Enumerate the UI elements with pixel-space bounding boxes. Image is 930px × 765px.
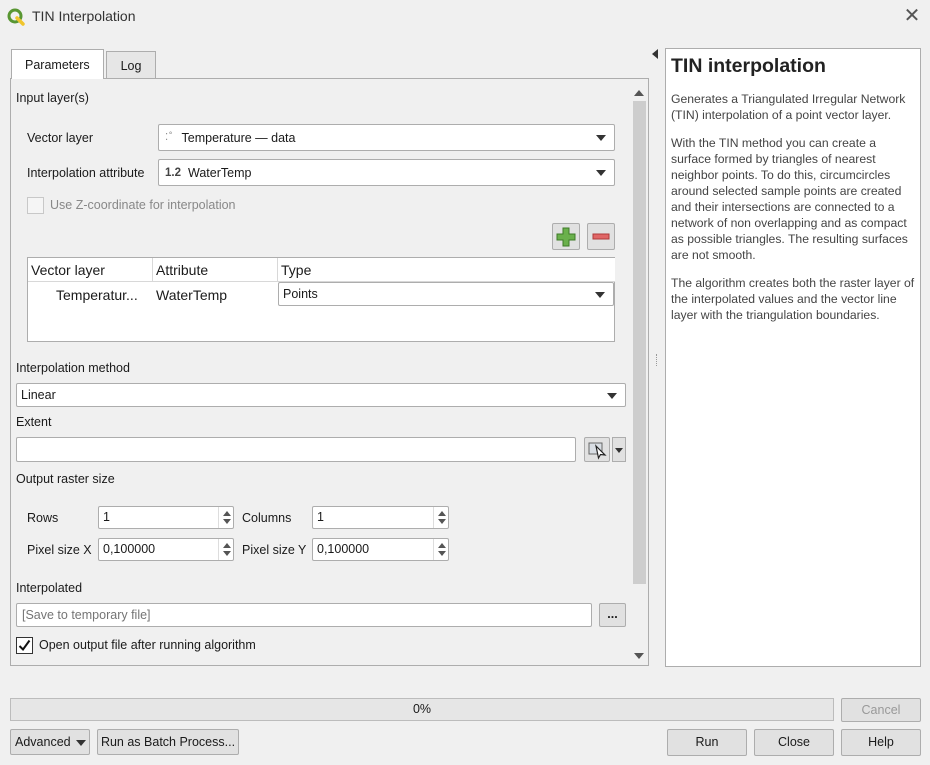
- advanced-button[interactable]: Advanced: [10, 729, 90, 755]
- open-output-label: Open output file after running algorithm: [39, 638, 256, 652]
- cancel-button[interactable]: Cancel: [841, 698, 921, 722]
- tab-parameters[interactable]: Parameters: [11, 49, 104, 79]
- extent-map-button[interactable]: [584, 437, 610, 462]
- spin-up-icon[interactable]: [223, 511, 231, 516]
- minus-icon: [592, 233, 610, 240]
- help-panel: TIN interpolation Generates a Triangulat…: [665, 48, 921, 667]
- table-cell-layer[interactable]: Temperatur...: [56, 283, 138, 307]
- spin-down-icon[interactable]: [438, 519, 446, 524]
- close-window-icon[interactable]: ✕: [902, 6, 922, 26]
- checkmark-icon: [18, 639, 31, 652]
- help-paragraph: The algorithm creates both the raster la…: [671, 276, 915, 322]
- progress-bar: 0%: [10, 698, 834, 721]
- columns-label: Columns: [242, 511, 292, 525]
- remove-layer-button[interactable]: [587, 223, 615, 250]
- table-header-type[interactable]: Type: [278, 258, 615, 282]
- method-value: Linear: [21, 388, 56, 402]
- vector-layer-combo[interactable]: ⁚˚ Temperature — data: [158, 124, 615, 151]
- input-layers-label: Input layer(s): [16, 91, 89, 105]
- help-title: TIN interpolation: [671, 55, 826, 77]
- method-label: Interpolation method: [16, 361, 130, 375]
- plus-icon: [556, 227, 576, 247]
- help-paragraph: With the TIN method you can create a sur…: [671, 136, 908, 262]
- pixel-y-label: Pixel size Y: [242, 543, 307, 557]
- qgis-logo-icon: [7, 8, 25, 26]
- close-button[interactable]: Close: [754, 729, 834, 756]
- numeric-field-icon: 1.2: [165, 166, 181, 179]
- scroll-up-icon[interactable]: [634, 90, 644, 96]
- help-paragraph: Generates a Triangulated Irregular Netwo…: [671, 92, 906, 122]
- interpolated-label: Interpolated: [16, 581, 83, 595]
- spin-down-icon[interactable]: [438, 551, 446, 556]
- browse-label: ...: [607, 607, 618, 621]
- table-header-vector-layer[interactable]: Vector layer: [28, 258, 153, 282]
- chevron-down-icon: [76, 740, 86, 746]
- method-combo[interactable]: Linear: [16, 383, 626, 407]
- rows-spinbox[interactable]: 1: [98, 506, 234, 529]
- type-value: Points: [283, 287, 318, 301]
- tab-log[interactable]: Log: [106, 51, 156, 79]
- rows-value: 1: [103, 510, 110, 524]
- chevron-down-icon: [596, 135, 606, 141]
- batch-process-button[interactable]: Run as Batch Process...: [97, 729, 239, 755]
- pixel-x-value: 0,100000: [103, 542, 156, 556]
- open-output-checkbox[interactable]: [16, 637, 33, 654]
- columns-value: 1: [317, 510, 324, 524]
- interpolated-output-input[interactable]: [16, 603, 592, 627]
- interp-attr-combo[interactable]: 1.2 WaterTemp: [158, 159, 615, 186]
- chevron-down-icon: [595, 292, 605, 298]
- extent-label: Extent: [16, 415, 52, 429]
- extent-input[interactable]: [16, 437, 576, 462]
- output-size-label: Output raster size: [16, 472, 115, 486]
- window-title: TIN Interpolation: [32, 8, 136, 24]
- spin-up-icon[interactable]: [438, 511, 446, 516]
- interp-attr-label: Interpolation attribute: [27, 166, 145, 180]
- layer-table: Vector layer Attribute Type Temperatur..…: [27, 257, 615, 342]
- advanced-label: Advanced: [15, 735, 71, 749]
- collapse-help-icon[interactable]: [652, 49, 658, 59]
- use-z-checkbox[interactable]: [27, 197, 44, 214]
- splitter-handle[interactable]: [656, 354, 658, 366]
- add-layer-button[interactable]: [552, 223, 580, 250]
- table-cell-type-combo[interactable]: Points: [278, 282, 614, 306]
- table-header-attribute[interactable]: Attribute: [153, 258, 278, 282]
- spin-up-icon[interactable]: [438, 543, 446, 548]
- chevron-down-icon: [615, 448, 623, 453]
- pixel-y-value: 0,100000: [317, 542, 370, 556]
- run-button[interactable]: Run: [667, 729, 747, 756]
- progress-label: 0%: [412, 702, 432, 716]
- spin-down-icon[interactable]: [223, 551, 231, 556]
- interp-attr-value: WaterTemp: [188, 165, 252, 180]
- rows-label: Rows: [27, 511, 59, 525]
- browse-output-button[interactable]: ...: [599, 603, 626, 627]
- point-layer-icon: ⁚˚: [165, 132, 174, 143]
- vector-layer-label: Vector layer: [27, 131, 94, 145]
- title-bar: [0, 0, 930, 34]
- scroll-thumb[interactable]: [633, 101, 646, 584]
- extent-dropdown-button[interactable]: [612, 437, 626, 462]
- chevron-down-icon: [607, 393, 617, 399]
- use-z-label: Use Z-coordinate for interpolation: [50, 198, 236, 212]
- spin-down-icon[interactable]: [223, 519, 231, 524]
- help-button[interactable]: Help: [841, 729, 921, 756]
- pixel-x-label: Pixel size X: [27, 543, 92, 557]
- chevron-down-icon: [596, 170, 606, 176]
- pixel-x-spinbox[interactable]: 0,100000: [98, 538, 234, 561]
- vector-layer-value: Temperature — data: [181, 130, 296, 145]
- columns-spinbox[interactable]: 1: [312, 506, 449, 529]
- select-on-map-icon: [588, 442, 607, 460]
- scroll-down-icon[interactable]: [634, 653, 644, 659]
- spin-up-icon[interactable]: [223, 543, 231, 548]
- table-cell-attribute[interactable]: WaterTemp: [156, 283, 227, 307]
- pixel-y-spinbox[interactable]: 0,100000: [312, 538, 449, 561]
